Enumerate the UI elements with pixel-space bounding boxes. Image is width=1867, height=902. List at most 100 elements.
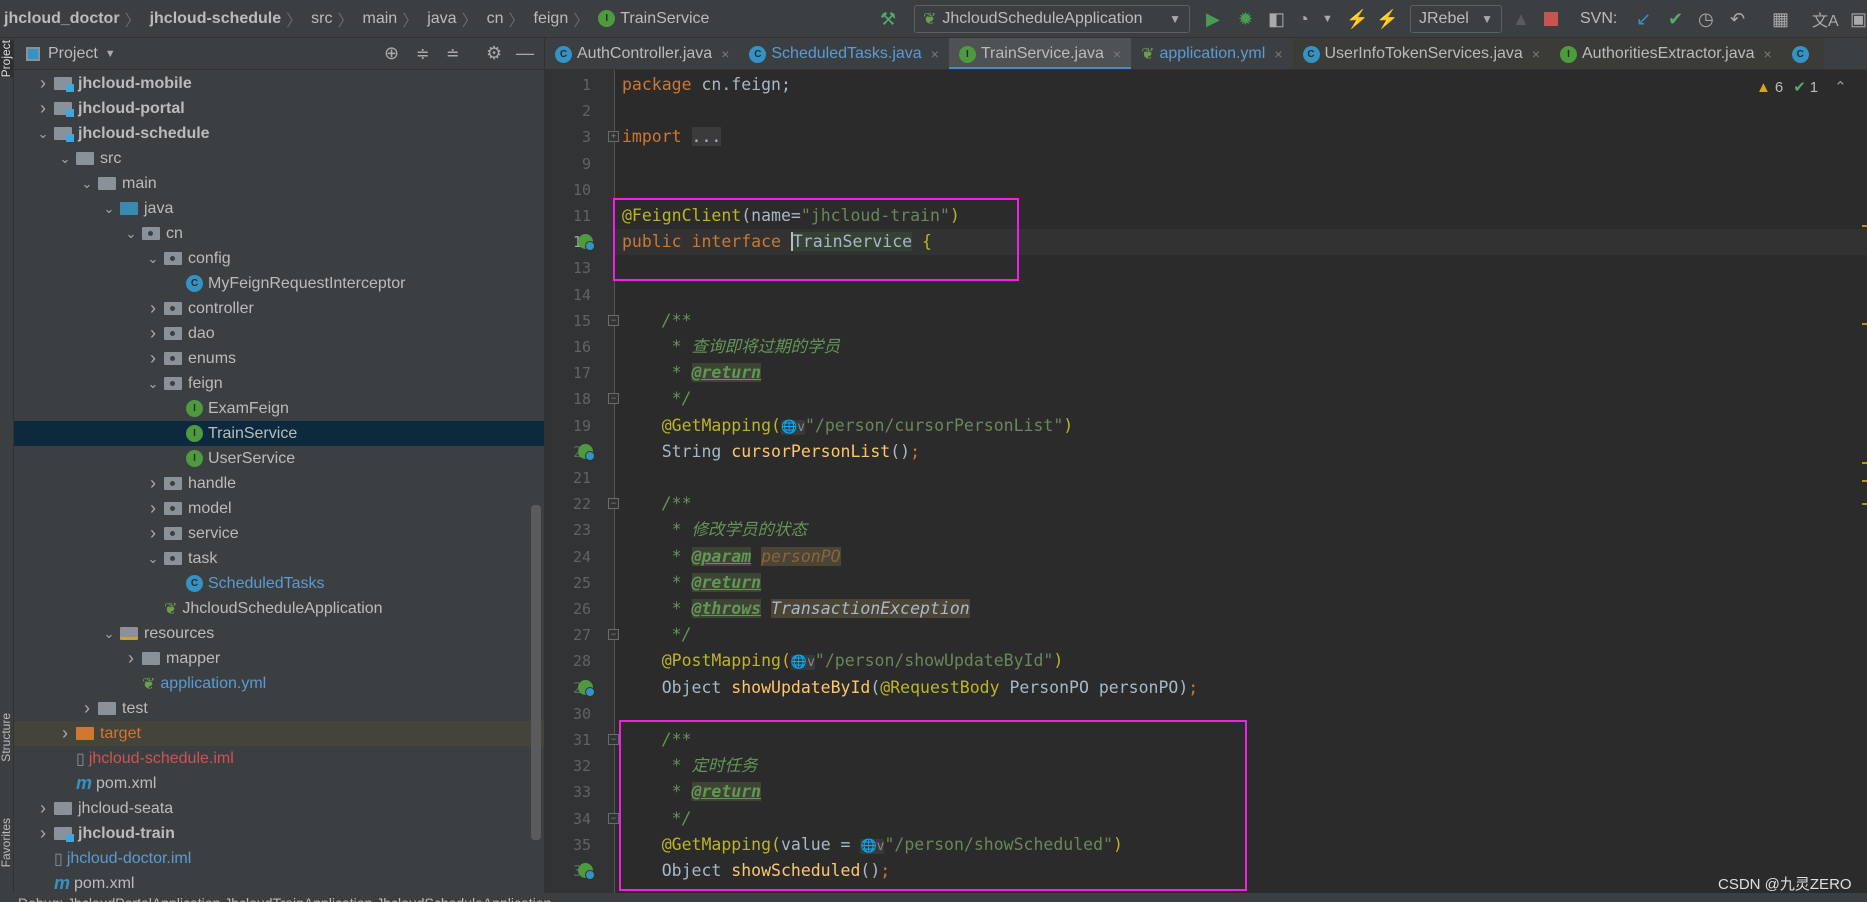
- error-stripe-mark[interactable]: [1862, 323, 1867, 325]
- chevron-right-icon[interactable]: ›: [142, 323, 164, 344]
- chevron-down-icon[interactable]: ⌄: [98, 201, 120, 217]
- coverage-icon[interactable]: ◧: [1268, 0, 1285, 38]
- run-config-select[interactable]: ❦ JhcloudScheduleApplication ▼: [914, 5, 1190, 33]
- breadcrumb-item[interactable]: java: [423, 10, 456, 28]
- error-stripe-mark[interactable]: [1862, 503, 1867, 505]
- feign-gutter-icon[interactable]: [578, 863, 595, 880]
- debug-icon[interactable]: ✹: [1238, 0, 1253, 38]
- layout-icon[interactable]: ▣: [1850, 0, 1867, 38]
- project-tool-tab[interactable]: Project: [0, 40, 13, 78]
- chevron-right-icon[interactable]: ›: [32, 98, 54, 119]
- expand-fold-icon[interactable]: +: [608, 131, 619, 143]
- chevron-down-icon[interactable]: ⌄: [32, 126, 54, 142]
- chevron-down-icon[interactable]: ⌄: [98, 626, 120, 642]
- svn-update-icon[interactable]: ↙: [1636, 0, 1651, 38]
- breadcrumb-item[interactable]: jhcloud-schedule: [146, 10, 282, 28]
- minimize-icon[interactable]: —: [516, 43, 534, 64]
- chevron-down-icon[interactable]: ⌄: [54, 151, 76, 167]
- chevron-right-icon[interactable]: ›: [32, 73, 54, 94]
- project-structure-icon[interactable]: ▦: [1772, 0, 1789, 38]
- chevron-right-icon[interactable]: ›: [142, 348, 164, 369]
- project-view-select[interactable]: Project: [48, 45, 98, 63]
- error-stripe-mark[interactable]: [1862, 480, 1867, 482]
- chevron-right-icon[interactable]: ›: [120, 648, 142, 669]
- tab-application-yml[interactable]: ❦ application.yml ×: [1131, 38, 1292, 69]
- tree-item[interactable]: ❦ JhcloudScheduleApplication: [14, 596, 544, 621]
- close-icon[interactable]: ×: [1764, 46, 1772, 62]
- feign-gutter-icon[interactable]: [578, 679, 595, 697]
- structure-tool-tab[interactable]: Structure: [0, 713, 13, 762]
- tree-item[interactable]: › model: [14, 496, 544, 521]
- hammer-icon[interactable]: ⚒: [880, 0, 896, 38]
- collapse-all-icon[interactable]: ≐: [446, 44, 459, 64]
- tree-item[interactable]: I ExamFeign: [14, 396, 544, 421]
- revert-icon[interactable]: ↶: [1730, 0, 1745, 38]
- chevron-down-icon[interactable]: ⌄: [142, 376, 164, 392]
- close-icon[interactable]: ×: [721, 46, 729, 62]
- chevron-right-icon[interactable]: ›: [142, 298, 164, 319]
- jrebel-select[interactable]: JRebel ▼: [1410, 5, 1502, 33]
- collapse-fold-icon[interactable]: −: [608, 393, 619, 405]
- tree-item[interactable]: C MyFeignRequestInterceptor: [14, 271, 544, 296]
- feign-gutter-icon[interactable]: [578, 443, 595, 461]
- tree-item[interactable]: › test: [14, 696, 544, 721]
- tree-item[interactable]: › dao: [14, 321, 544, 346]
- tree-item[interactable]: › service: [14, 521, 544, 546]
- debug-tool-bar[interactable]: Debug: JhcloudPortalApplication JhcloudT…: [0, 893, 1867, 902]
- tree-item[interactable]: ▯ jhcloud-doctor.iml: [14, 846, 544, 871]
- tree-item[interactable]: ⌄ feign: [14, 371, 544, 396]
- tree-item[interactable]: I TrainService: [14, 421, 544, 446]
- tree-item[interactable]: I UserService: [14, 446, 544, 471]
- tab-userinfotokenservices-java[interactable]: C UserInfoTokenServices.java ×: [1292, 38, 1550, 69]
- tree-item[interactable]: › controller: [14, 296, 544, 321]
- tree-item[interactable]: ▯ jhcloud-schedule.iml: [14, 746, 544, 771]
- tree-item[interactable]: ⌄ src: [14, 146, 544, 171]
- tree-item[interactable]: › jhcloud-seata: [14, 796, 544, 821]
- expand-all-icon[interactable]: ≑: [416, 44, 429, 64]
- run-icon[interactable]: ▶: [1206, 0, 1220, 38]
- breadcrumb-item[interactable]: main: [359, 10, 398, 28]
- jrebel-idle-icon[interactable]: ▲: [1512, 0, 1530, 38]
- tree-item[interactable]: ⌄ main: [14, 171, 544, 196]
- chevron-right-icon[interactable]: ›: [32, 798, 54, 819]
- error-stripe-mark[interactable]: [1862, 225, 1867, 227]
- breadcrumb-item[interactable]: feign: [530, 10, 569, 28]
- chevron-down-icon[interactable]: ⌄: [142, 251, 164, 267]
- tree-item[interactable]: › enums: [14, 346, 544, 371]
- tree-item[interactable]: › jhcloud-portal: [14, 96, 544, 121]
- tree-item[interactable]: ⌄ cn: [14, 221, 544, 246]
- collapse-fold-icon[interactable]: −: [608, 734, 619, 745]
- profile-icon[interactable]: ◔: [1298, 0, 1309, 38]
- close-icon[interactable]: ×: [1113, 46, 1121, 62]
- close-icon[interactable]: ×: [1274, 46, 1282, 62]
- jrebel-run-icon[interactable]: ⚡: [1346, 0, 1368, 38]
- globe-icon[interactable]: 🌐v: [780, 419, 805, 435]
- breadcrumb-item[interactable]: src: [307, 10, 332, 28]
- feign-gutter-icon[interactable]: [578, 234, 595, 252]
- tree-item[interactable]: ⌄ task: [14, 546, 544, 571]
- tree-scrollbar[interactable]: [531, 505, 541, 840]
- chevron-down-icon[interactable]: ▼: [1322, 0, 1333, 38]
- tree-item[interactable]: ⌄ resources: [14, 621, 544, 646]
- chevron-up-icon[interactable]: ⌃: [1834, 78, 1847, 96]
- chevron-right-icon[interactable]: ›: [76, 698, 98, 719]
- collapse-fold-icon[interactable]: −: [608, 498, 619, 510]
- tree-item[interactable]: › handle: [14, 471, 544, 496]
- chevron-down-icon[interactable]: ▼: [105, 48, 116, 60]
- stop-icon[interactable]: [1544, 12, 1558, 26]
- close-icon[interactable]: ×: [931, 46, 939, 62]
- chevron-right-icon[interactable]: ›: [142, 523, 164, 544]
- tree-item[interactable]: m pom.xml: [14, 771, 544, 796]
- breadcrumb-item[interactable]: I TrainService: [594, 10, 709, 28]
- svn-commit-icon[interactable]: ✔: [1668, 0, 1683, 38]
- jrebel-debug-icon[interactable]: ⚡: [1376, 0, 1398, 38]
- tab-authoritiesextractor-java[interactable]: I AuthoritiesExtractor.java ×: [1550, 38, 1782, 69]
- tab-scheduledtasks-java[interactable]: C ScheduledTasks.java ×: [739, 38, 949, 69]
- history-icon[interactable]: ◷: [1698, 0, 1714, 38]
- tree-item[interactable]: › mapper: [14, 646, 544, 671]
- tree-item[interactable]: › jhcloud-train: [14, 821, 544, 846]
- collapse-fold-icon[interactable]: −: [608, 629, 619, 641]
- gear-icon[interactable]: ⚙: [486, 43, 502, 64]
- chevron-right-icon[interactable]: ›: [142, 473, 164, 494]
- tree-item[interactable]: › target: [14, 721, 544, 746]
